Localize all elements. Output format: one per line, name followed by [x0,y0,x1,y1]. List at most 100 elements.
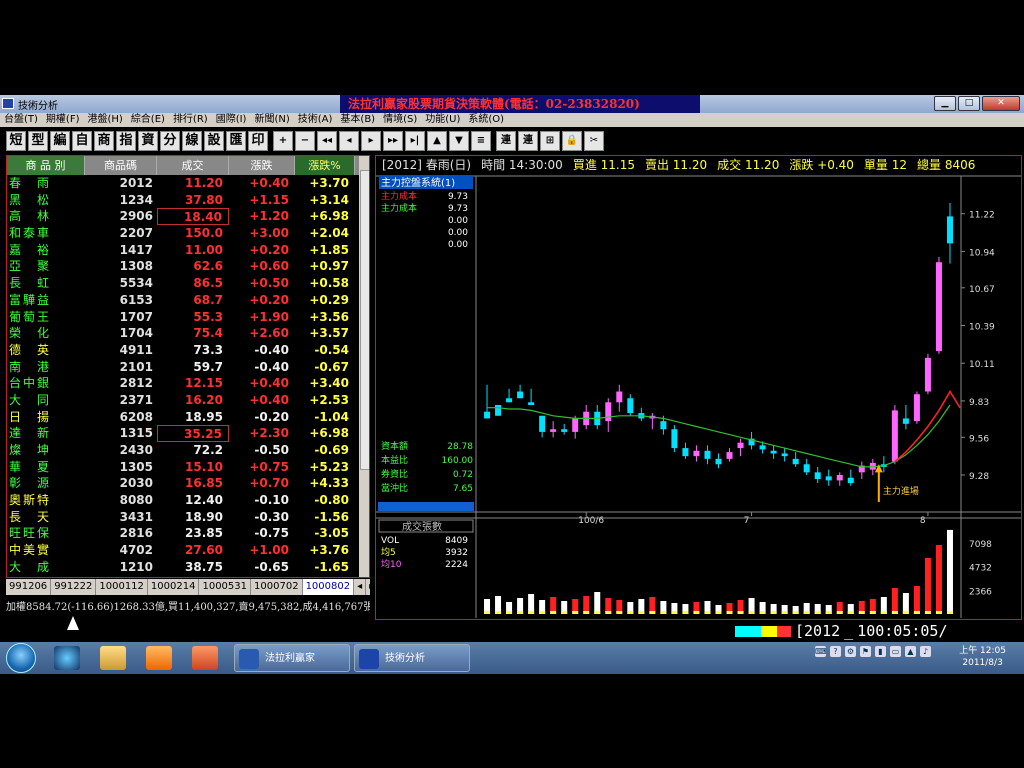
candle-body[interactable] [935,262,942,352]
toolbar-button-20[interactable]: ▼ [449,130,469,151]
candle-body[interactable] [792,458,799,465]
toolbar-button-9[interactable]: 設 [204,130,224,151]
toolbar-button-19[interactable]: ▲ [427,130,447,151]
volume-bar[interactable] [902,593,909,614]
candle-body[interactable] [726,452,733,459]
table-row[interactable]: 達 新 1315 35.25 +2.30 +6.98 [7,425,369,442]
candle-body[interactable] [759,445,766,450]
toolbar-button-21[interactable]: ≡ [471,130,491,151]
toolbar-button-8[interactable]: 線 [182,130,202,151]
candle-body[interactable] [627,398,634,414]
sheet-tab[interactable]: 991222 [51,579,97,595]
app-launcher-icon[interactable] [192,646,218,670]
table-row[interactable]: 亞 聚 1308 62.6 +0.60 +0.97 [7,258,369,275]
candle-body[interactable] [616,391,623,403]
col-pct-header[interactable]: 漲跌% [295,156,355,175]
toolbar-button-22[interactable]: 連 [496,130,516,151]
toolbar-button-2[interactable]: 編 [50,130,70,151]
candle-body[interactable] [528,402,535,405]
table-row[interactable]: 日 揚 6208 18.95 -0.20 -1.04 [7,409,369,426]
table-row[interactable]: 大 成 1210 38.75 -0.65 -1.65 [7,559,369,576]
col-change-header[interactable]: 漲跌 [229,156,295,175]
menu-item-8[interactable]: 基本(B) [336,113,379,127]
candle-body[interactable] [539,415,546,432]
table-row[interactable]: 葡萄王 1707 55.3 +1.90 +3.56 [7,309,369,326]
toolbar-button-7[interactable]: 分 [160,130,180,151]
table-row[interactable]: 台中銀 2812 12.15 +0.40 +3.40 [7,375,369,392]
ie-icon[interactable] [54,646,80,670]
volume-bar[interactable] [594,592,601,614]
table-row[interactable]: 和泰車 2207 150.0 +3.00 +2.04 [7,225,369,242]
candle-body[interactable] [891,410,898,462]
volume-bar[interactable] [946,529,953,614]
candle-body[interactable] [924,357,931,392]
window-titlebar[interactable]: 技術分析 法拉利贏家股票期貨決策軟體(電話：02-23832820) [0,95,1024,113]
candle-body[interactable] [561,429,568,432]
menu-item-10[interactable]: 功能(U) [421,113,464,127]
flag-icon[interactable]: ⚑ [860,646,871,657]
col-code-header[interactable]: 商品碼 [85,156,157,175]
candle-body[interactable] [693,450,700,457]
toolbar-button-6[interactable]: 資 [138,130,158,151]
help-icon[interactable]: ? [830,646,841,657]
toolbar-button-16[interactable]: ▸ [361,130,381,151]
toolbar-button-5[interactable]: 指 [116,130,136,151]
candle-body[interactable] [781,453,788,457]
menu-item-1[interactable]: 期權(F) [42,113,84,127]
candlestick-chart[interactable]: 11.2210.9410.6710.3910.119.839.569.28100… [376,156,1021,619]
candle-body[interactable] [682,448,689,457]
candle-body[interactable] [704,450,711,459]
task-technical-analysis[interactable]: 技術分析 [354,644,470,672]
candle-body[interactable] [550,429,557,432]
table-row[interactable]: 大 同 2371 16.20 +0.40 +2.53 [7,392,369,409]
table-row[interactable]: 春 雨 2012 11.20 +0.40 +3.70 [7,175,369,192]
volume-bar[interactable] [924,558,931,614]
toolbar-button-15[interactable]: ◂ [339,130,359,151]
candle-body[interactable] [902,418,909,424]
start-button[interactable] [6,643,36,673]
candle-body[interactable] [506,398,513,403]
table-row[interactable]: 高 林 2906 18.40 +1.20 +6.98 [7,208,369,226]
candle-body[interactable] [836,475,843,481]
table-row[interactable]: 燦 坤 2430 72.2 -0.50 -0.69 [7,442,369,459]
toolbar-button-23[interactable]: 連 [518,130,538,151]
candle-body[interactable] [715,458,722,465]
maximize-button[interactable]: □ [958,96,980,111]
scrollbar-thumb[interactable] [360,170,369,470]
candle-body[interactable] [660,421,667,430]
candle-body[interactable] [495,404,502,416]
volume-icon[interactable]: ♪ [920,646,931,657]
volume-bar[interactable] [913,586,920,614]
candle-body[interactable] [517,391,524,399]
candle-body[interactable] [737,442,744,449]
task-ferrari-winner[interactable]: 法拉利贏家 [234,644,350,672]
candle-body[interactable] [803,464,810,473]
menu-item-11[interactable]: 系統(O) [464,113,508,127]
sheet-tab[interactable]: 1000531 [199,579,252,595]
table-row[interactable]: 旺旺保 2816 23.85 -0.75 -3.05 [7,525,369,542]
menu-item-0[interactable]: 台盤(T) [0,113,42,127]
toolbar-button-26[interactable]: ✂ [584,130,604,151]
menu-item-2[interactable]: 港盤(H) [83,113,126,127]
toolbar-button-25[interactable]: 🔒 [562,130,582,151]
toolbar-button-11[interactable]: 印 [248,130,268,151]
toolbar-button-3[interactable]: 自 [72,130,92,151]
table-row[interactable]: 榮 化 1704 75.4 +2.60 +3.57 [7,325,369,342]
menu-item-4[interactable]: 排行(R) [169,113,212,127]
toolbar-button-14[interactable]: ◂◂ [317,130,337,151]
menu-item-7[interactable]: 技術(A) [294,113,337,127]
candle-body[interactable] [825,476,832,481]
sheet-tab[interactable]: 1000702 [251,579,303,595]
col-name-header[interactable]: 商 品 別 [7,156,85,175]
menu-item-5[interactable]: 國際(I) [212,113,251,127]
folder-icon[interactable] [100,646,126,670]
table-row[interactable]: 奧斯特 8080 12.40 -0.10 -0.80 [7,492,369,509]
table-row[interactable]: 長 天 3431 18.90 -0.30 -1.56 [7,509,369,526]
toolbar-button-12[interactable]: + [273,130,293,151]
quote-scrollbar[interactable] [359,156,369,577]
candle-body[interactable] [671,429,678,449]
volume-bar[interactable] [935,545,942,614]
sheet-tab[interactable]: 1000112 [96,579,148,595]
toolbar-button-18[interactable]: ▸| [405,130,425,151]
battery-icon[interactable]: ▮ [875,646,886,657]
